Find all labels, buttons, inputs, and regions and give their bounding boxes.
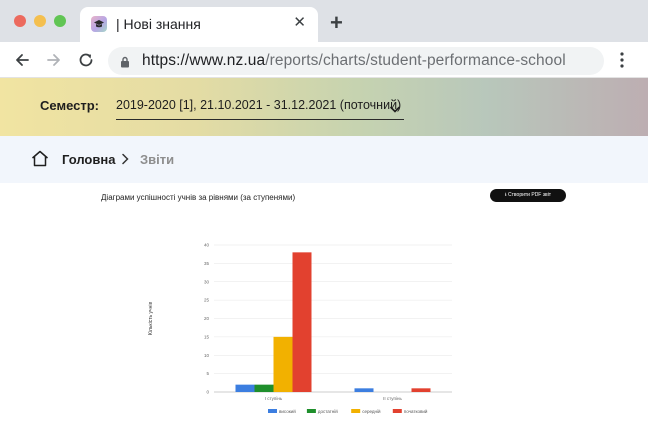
y-tick-label: 35 bbox=[204, 261, 210, 266]
y-tick-label: 15 bbox=[204, 334, 210, 339]
browser-tab[interactable]: | Нові знання ✕ bbox=[80, 7, 318, 42]
breadcrumb-home-link[interactable]: Головна bbox=[62, 152, 115, 167]
browser-toolbar: https://www.nz.ua/reports/charts/student… bbox=[0, 42, 648, 78]
lock-icon[interactable] bbox=[120, 55, 130, 73]
y-tick-label: 5 bbox=[206, 371, 209, 376]
legend-swatch bbox=[351, 409, 361, 413]
bar-початковий bbox=[292, 252, 312, 392]
site-favicon-icon bbox=[91, 16, 107, 32]
y-tick-label: 0 bbox=[206, 390, 209, 395]
create-pdf-button[interactable]: ⭳ Створити PDF звіт bbox=[490, 189, 566, 202]
url-path: /reports/charts/student-performance-scho… bbox=[265, 52, 566, 69]
new-tab-button[interactable]: + bbox=[330, 12, 343, 34]
window-close-button[interactable] bbox=[14, 15, 26, 27]
back-arrow-icon[interactable] bbox=[12, 50, 32, 70]
legend-label: достатній bbox=[318, 408, 338, 414]
browser-tabbar: | Нові знання ✕ + bbox=[0, 0, 648, 42]
url-text[interactable]: https://www.nz.ua/reports/charts/student… bbox=[142, 52, 566, 70]
address-bar[interactable]: https://www.nz.ua/reports/charts/student… bbox=[108, 47, 604, 75]
forward-arrow-icon[interactable] bbox=[44, 50, 64, 70]
bar-високий bbox=[235, 384, 255, 392]
y-tick-label: 30 bbox=[204, 279, 210, 284]
x-tick-label: I ступінь bbox=[265, 396, 283, 401]
legend-label: високий bbox=[279, 408, 296, 414]
semester-value: 2019-2020 [1], 21.10.2021 - 31.12.2021 (… bbox=[116, 98, 402, 112]
bar-високий bbox=[354, 388, 374, 392]
bar-початковий bbox=[411, 388, 431, 392]
browser-menu-icon[interactable] bbox=[620, 52, 624, 73]
home-icon[interactable] bbox=[31, 150, 49, 172]
tab-close-icon[interactable]: ✕ bbox=[293, 14, 306, 32]
y-tick-label: 40 bbox=[204, 243, 210, 248]
x-tick-label: II ступінь bbox=[383, 396, 402, 401]
window-maximize-button[interactable] bbox=[54, 15, 66, 27]
chevron-down-icon bbox=[390, 100, 400, 118]
y-tick-label: 25 bbox=[204, 298, 210, 303]
semester-select[interactable]: 2019-2020 [1], 21.10.2021 - 31.12.2021 (… bbox=[116, 92, 404, 120]
chevron-right-icon bbox=[121, 152, 129, 170]
performance-chart: Кількість учнів 0 5 10 15 20 25 30 35 40 I ступінь… bbox=[148, 243, 452, 414]
legend-label: початковий bbox=[404, 408, 428, 414]
bar-достатній bbox=[254, 384, 274, 392]
y-tick-label: 10 bbox=[204, 353, 210, 358]
reload-icon[interactable] bbox=[76, 50, 96, 70]
bar-середній bbox=[273, 336, 293, 392]
main-content: Діаграми успішності учнів за рівнями (за… bbox=[0, 183, 648, 424]
window-minimize-button[interactable] bbox=[34, 15, 46, 27]
legend-swatch bbox=[306, 409, 316, 413]
create-pdf-label: Створити PDF звіт bbox=[508, 192, 552, 198]
tab-title: | Нові знання bbox=[116, 16, 201, 32]
breadcrumb-current: Звіти bbox=[140, 152, 175, 167]
legend-label: середній bbox=[362, 408, 381, 414]
legend-swatch bbox=[392, 409, 402, 413]
y-axis-label: Кількість учнів bbox=[148, 302, 154, 336]
page-title: Діаграми успішності учнів за рівнями (за… bbox=[101, 193, 296, 202]
legend-swatch bbox=[268, 409, 277, 413]
url-host: https://www.nz.ua bbox=[142, 52, 266, 69]
semester-bar: Семестр: 2019-2020 [1], 21.10.2021 - 31.… bbox=[0, 78, 648, 136]
y-tick-label: 20 bbox=[204, 316, 210, 321]
breadcrumb: Головна Звіти bbox=[0, 136, 648, 183]
semester-label: Семестр: bbox=[40, 98, 99, 113]
